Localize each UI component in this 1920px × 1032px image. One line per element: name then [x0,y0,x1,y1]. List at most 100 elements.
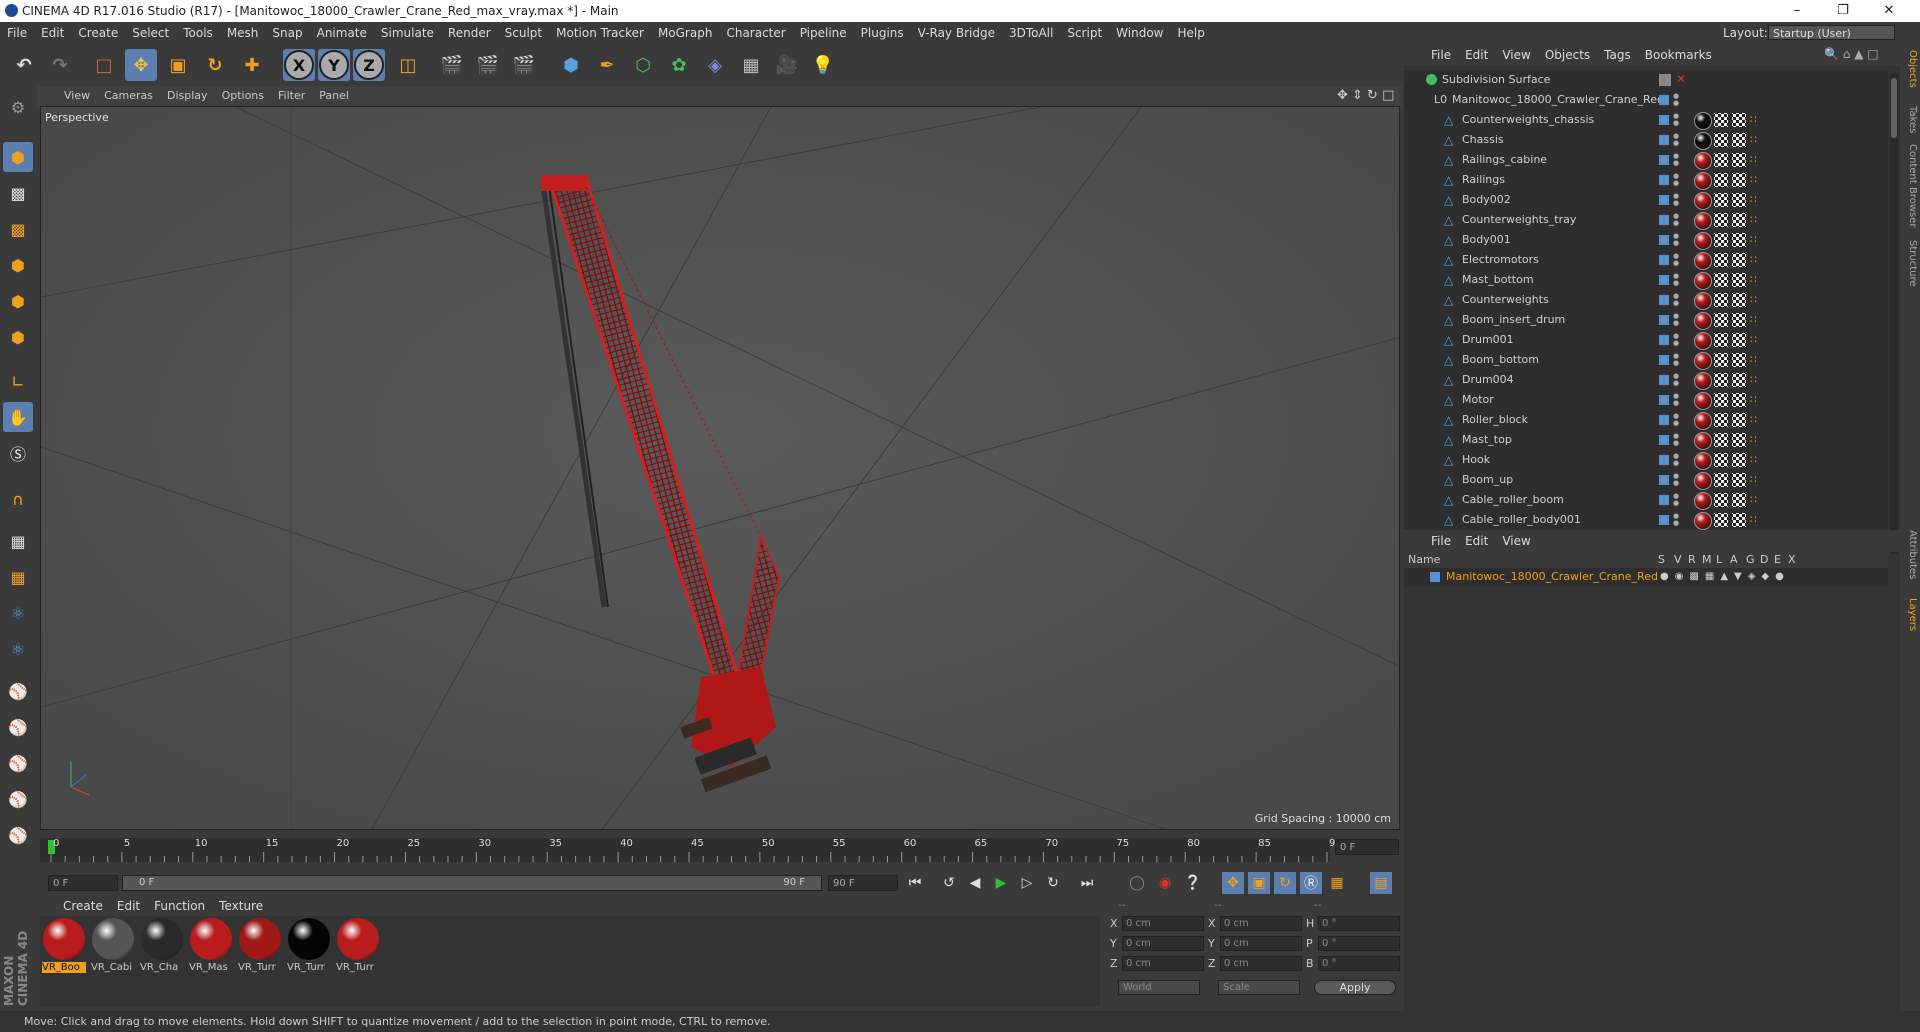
object-menu-tags[interactable]: Tags [1597,44,1638,66]
workplane-icon[interactable]: ▩ [3,214,33,244]
viewport-nav-icons[interactable]: ✥ ⇕ ↻ □ [1337,88,1394,103]
render-settings-icon[interactable]: 🎬 [508,49,540,81]
viewport-menu-cameras[interactable]: Cameras [97,86,160,106]
texture-tag-icon[interactable] [1732,293,1746,307]
vertex-tag-icon[interactable]: ∷ [1750,433,1764,447]
uvw-tag-icon[interactable] [1714,353,1728,367]
snap-icon[interactable]: ∩ [3,484,33,514]
viewport-menu-display[interactable]: Display [160,86,215,106]
undo-icon[interactable]: ↶ [8,49,40,81]
magnet-tool-icon[interactable]: ⚾ [3,748,33,778]
menu-motion-tracker[interactable]: Motion Tracker [549,22,651,44]
material-tag-icon[interactable] [1694,332,1712,350]
object-visibility-dots[interactable]: ● ● [1673,133,1679,147]
pen-spline-icon[interactable]: ✒ [591,49,623,81]
object-visibility-dots[interactable]: ● ● [1673,313,1679,327]
object-disabled-icon[interactable]: ✕ [1676,72,1686,86]
texture-tag-icon[interactable] [1732,273,1746,287]
material-tag-icon[interactable] [1694,172,1712,190]
material-tag-icon[interactable] [1694,212,1712,230]
texture-tag-icon[interactable] [1732,193,1746,207]
uvw-tag-icon[interactable] [1714,273,1728,287]
object-row[interactable]: △ Railings ● ● ∷ [1404,170,1888,190]
object-row[interactable]: △ Mast_top ● ● ∷ [1404,430,1888,450]
object-row[interactable]: △ Roller_block ● ● ∷ [1404,410,1888,430]
coord-value-field[interactable]: 0 ° [1318,956,1400,971]
uvw-tag-icon[interactable] [1714,113,1728,127]
object-row[interactable]: △ Counterweights ● ● ∷ [1404,290,1888,310]
menu-script[interactable]: Script [1060,22,1109,44]
keyframe-selection-icon[interactable]: ❔ [1182,872,1204,894]
menu-pipeline[interactable]: Pipeline [793,22,854,44]
coord-value-field[interactable]: 0 cm [1220,956,1302,971]
vertex-tag-icon[interactable]: ∷ [1750,373,1764,387]
layer-menu-edit[interactable]: Edit [1458,530,1495,552]
python-icon[interactable]: ⚛ [3,598,33,628]
material-tag-icon[interactable] [1694,432,1712,450]
planar-workplane-icon[interactable]: ▦ [3,562,33,592]
uvw-tag-icon[interactable] [1714,193,1728,207]
coordinate-system-icon[interactable]: ◫ [392,49,424,81]
vertex-tag-icon[interactable]: ∷ [1750,333,1764,347]
points-mode-icon[interactable]: ⬢ [3,250,33,280]
object-visibility-dots[interactable]: ● ● [1673,113,1679,127]
menu-simulate[interactable]: Simulate [374,22,441,44]
object-row[interactable]: Subdivision Surface ✕ [1404,70,1888,90]
material-tag-icon[interactable] [1694,152,1712,170]
move-tool-icon[interactable]: ✥ [125,49,157,81]
material-tag-icon[interactable] [1694,192,1712,210]
uvw-tag-icon[interactable] [1714,393,1728,407]
object-visibility-dots[interactable]: ● ● [1673,473,1679,487]
layout-select[interactable]: Startup (User) [1768,25,1895,40]
light-icon[interactable]: 💡 [807,49,839,81]
texture-tag-icon[interactable] [1732,313,1746,327]
object-visibility-dots[interactable]: ● ● [1673,273,1679,287]
key-scale-icon[interactable]: ▣ [1248,872,1270,894]
bridge-tool-icon[interactable]: ⚾ [3,712,33,742]
vertex-tag-icon[interactable]: ∷ [1750,213,1764,227]
material-item[interactable]: VR_Cabi [91,918,135,973]
layer-column-header[interactable]: X [1788,553,1796,566]
cube-icon[interactable]: ⬢ [555,49,587,81]
viewport-menu-options[interactable]: Options [215,86,271,106]
layer-column-header[interactable]: A [1730,553,1738,566]
material-tag-icon[interactable] [1694,452,1712,470]
material-item[interactable]: VR_Turr [336,918,380,973]
close-icon[interactable]: ✕ [1866,0,1912,22]
material-item[interactable]: VR_Boo [42,918,86,973]
object-menu-edit[interactable]: Edit [1458,44,1495,66]
layer-menu-file[interactable]: File [1424,530,1458,552]
layer-name[interactable]: Manitowoc_18000_Crawler_Crane_Red [1446,570,1658,583]
uvw-tag-icon[interactable] [1714,253,1728,267]
object-row[interactable]: △ Chassis ● ● ∷ [1404,130,1888,150]
vertex-tag-icon[interactable]: ∷ [1750,253,1764,267]
object-visibility-dots[interactable]: ● ● [1673,173,1679,187]
object-visibility-dots[interactable]: ● ● [1673,293,1679,307]
material-item[interactable]: VR_Cha [140,918,184,973]
texture-tag-icon[interactable] [1732,153,1746,167]
timeline-window-icon[interactable]: ▤ [1370,872,1392,894]
uvw-tag-icon[interactable] [1714,453,1728,467]
object-visibility-dots[interactable]: ● ● [1673,433,1679,447]
edges-mode-icon[interactable]: ⬢ [3,286,33,316]
layer-row[interactable]: Manitowoc_18000_Crawler_Crane_Red ●◉▩▦▲▼… [1404,568,1888,586]
object-row[interactable]: △ Boom_up ● ● ∷ [1404,470,1888,490]
uvw-tag-icon[interactable] [1714,333,1728,347]
texture-tag-icon[interactable] [1732,393,1746,407]
uvw-tag-icon[interactable] [1714,373,1728,387]
scale-tool-icon[interactable]: ▣ [162,49,194,81]
object-visibility-dots[interactable]: ● ● [1673,453,1679,467]
live-selection-icon[interactable]: □ [88,49,120,81]
menu-3dtoall[interactable]: 3DToAll [1002,22,1060,44]
material-item[interactable]: VR_Turr [287,918,331,973]
menu-window[interactable]: Window [1109,22,1170,44]
material-menu-create[interactable]: Create [56,896,110,916]
coord-mode-select[interactable]: Scale [1218,980,1300,995]
material-tag-icon[interactable] [1694,112,1712,130]
layer-toggle-icons[interactable]: ●◉▩▦▲▼◈◆● [1660,571,1790,582]
subdivision-icon[interactable]: ⬡ [627,49,659,81]
object-row[interactable]: △ Drum004 ● ● ∷ [1404,370,1888,390]
material-item[interactable]: VR_Turr [238,918,282,973]
tweak-mode-icon[interactable]: ✋ [3,402,33,432]
material-tag-icon[interactable] [1694,392,1712,410]
